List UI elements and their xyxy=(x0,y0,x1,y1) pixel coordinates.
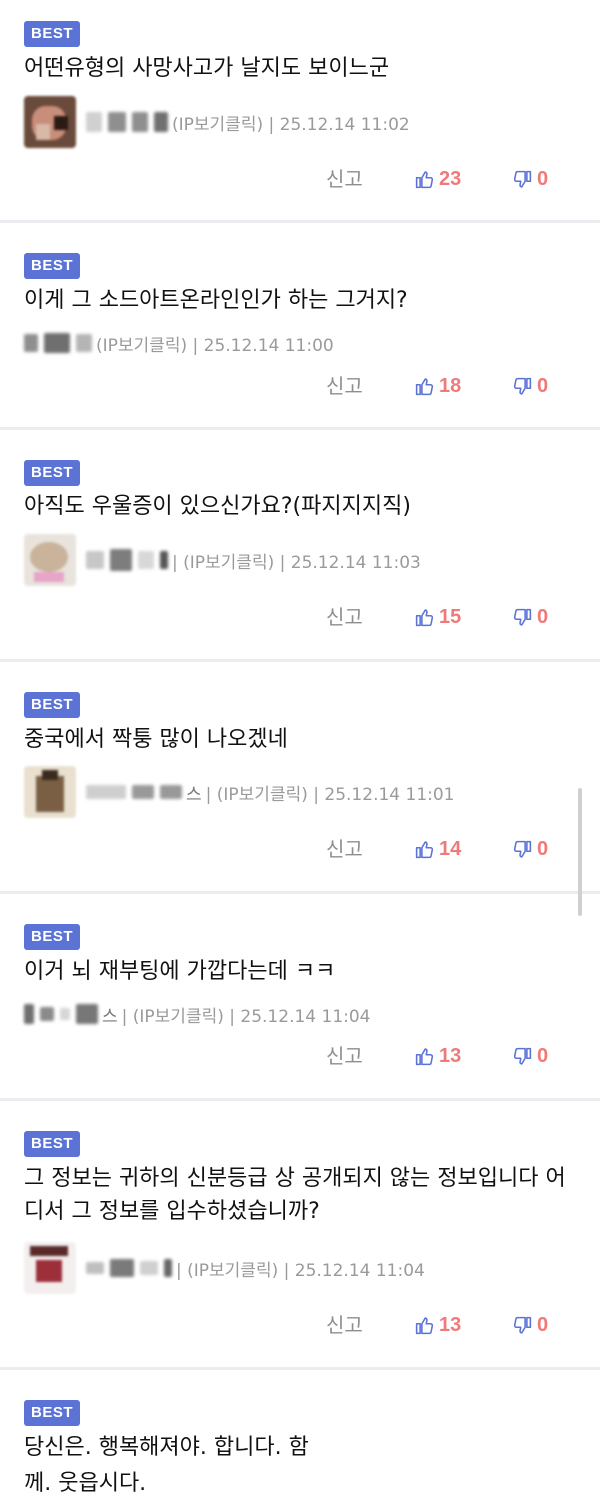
comment-meta: | (IP보기클릭) | 25.12.14 11:03 xyxy=(24,534,421,586)
ip-date-text[interactable]: (IP보기클릭) | 25.12.14 11:02 xyxy=(172,110,410,135)
thumbs-up-icon xyxy=(415,1316,434,1334)
comment-item: BEST 그 정보는 귀하의 신분등급 상 공개되지 않는 정보입니다 어디서 … xyxy=(0,1101,600,1370)
report-button[interactable]: 신고 xyxy=(326,832,363,866)
author-name-blurred[interactable] xyxy=(86,112,168,132)
comment-text: 그 정보는 귀하의 신분등급 상 공개되지 않는 정보입니다 어디서 그 정보를… xyxy=(24,1166,566,1224)
avatar[interactable] xyxy=(24,96,76,148)
author-name-blurred[interactable] xyxy=(24,333,92,353)
author-name-blurred[interactable] xyxy=(86,785,182,799)
report-button[interactable]: 신고 xyxy=(326,1039,363,1073)
ip-date-text[interactable]: | (IP보기클릭) | 25.12.14 11:04 xyxy=(176,1256,425,1281)
comment-text: 이게 그 소드아트온라인인가 하는 그거지? xyxy=(24,288,408,313)
scrollbar[interactable] xyxy=(578,788,582,916)
ip-date-text[interactable]: | (IP보기클릭) | 25.12.14 11:04 xyxy=(122,1002,371,1027)
avatar[interactable] xyxy=(24,1242,76,1294)
like-button[interactable]: 14 xyxy=(414,832,461,866)
dislike-count: 0 xyxy=(537,605,549,628)
comment-text: 당신은. 행복해져야. 합니다. 함께. 웃읍시다. xyxy=(24,1435,309,1496)
best-badge: BEST xyxy=(24,253,80,279)
author-name-blurred[interactable] xyxy=(24,1004,98,1024)
dislike-count: 0 xyxy=(537,167,549,190)
like-button[interactable]: 18 xyxy=(414,369,461,403)
comment-text: 중국에서 짝퉁 많이 나오겠네 xyxy=(24,727,288,752)
like-button[interactable]: 15 xyxy=(414,600,461,634)
report-button[interactable]: 신고 xyxy=(326,162,363,196)
author-name-suffix[interactable]: 스 xyxy=(102,1002,118,1027)
comment-item: BEST 어떤유형의 사망사고가 날지도 보이느군 (IP보기클릭) | 25.… xyxy=(0,0,600,223)
thumbs-down-icon xyxy=(513,1316,532,1334)
comment-meta: | (IP보기클릭) | 25.12.14 11:04 xyxy=(24,1242,425,1294)
ip-date-text[interactable]: | (IP보기클릭) | 25.12.14 11:03 xyxy=(172,548,421,573)
comment-meta: 스 | (IP보기클릭) | 25.12.14 11:04 xyxy=(24,997,371,1031)
thumbs-up-icon xyxy=(415,608,434,626)
dislike-button[interactable]: 0 xyxy=(512,600,548,634)
dislike-button[interactable]: 0 xyxy=(512,369,548,403)
best-badge: BEST xyxy=(24,1400,80,1426)
author-name-blurred[interactable] xyxy=(86,1259,172,1277)
thumbs-down-icon xyxy=(513,170,532,188)
avatar[interactable] xyxy=(24,534,76,586)
comment-item: BEST 중국에서 짝퉁 많이 나오겠네 스 | (IP보기클릭) | 25.1… xyxy=(0,662,600,894)
ip-date-text[interactable]: (IP보기클릭) | 25.12.14 11:00 xyxy=(96,331,334,356)
comment-text: 아직도 우울증이 있으신가요?(파지지지직) xyxy=(24,494,411,519)
dislike-count: 0 xyxy=(537,374,549,397)
report-button[interactable]: 신고 xyxy=(326,600,363,634)
ip-date-text[interactable]: | (IP보기클릭) | 25.12.14 11:01 xyxy=(206,780,455,805)
thumbs-down-icon xyxy=(513,608,532,626)
report-button[interactable]: 신고 xyxy=(326,369,363,403)
like-count: 18 xyxy=(439,374,462,397)
dislike-count: 0 xyxy=(537,837,549,860)
like-button[interactable]: 13 xyxy=(414,1308,461,1342)
thumbs-down-icon xyxy=(513,1047,532,1065)
thumbs-down-icon xyxy=(513,377,532,395)
author-name-blurred[interactable] xyxy=(86,549,168,571)
thumbs-up-icon xyxy=(415,1047,434,1065)
like-count: 13 xyxy=(439,1044,462,1067)
dislike-button[interactable]: 0 xyxy=(512,1039,548,1073)
thumbs-up-icon xyxy=(415,377,434,395)
author-name-suffix[interactable]: 스 xyxy=(186,780,202,805)
dislike-button[interactable]: 0 xyxy=(512,1308,548,1342)
like-count: 13 xyxy=(439,1313,462,1336)
best-badge: BEST xyxy=(24,692,80,718)
like-count: 14 xyxy=(439,837,462,860)
best-badge: BEST xyxy=(24,1131,80,1157)
thumbs-down-icon xyxy=(513,840,532,858)
like-button[interactable]: 23 xyxy=(414,162,461,196)
like-button[interactable]: 13 xyxy=(414,1039,461,1073)
dislike-button[interactable]: 0 xyxy=(512,162,548,196)
best-badge: BEST xyxy=(24,924,80,950)
comment-text: 이거 뇌 재부팅에 가깝다는데 ㅋㅋ xyxy=(24,959,336,984)
comment-item: BEST 아직도 우울증이 있으신가요?(파지지지직) | (IP보기클릭) |… xyxy=(0,430,600,662)
dislike-count: 0 xyxy=(537,1044,549,1067)
best-badge: BEST xyxy=(24,21,80,47)
comment-item: BEST 이게 그 소드아트온라인인가 하는 그거지? (IP보기클릭) | 2… xyxy=(0,223,600,430)
like-count: 23 xyxy=(439,167,462,190)
comment-item: BEST 당신은. 행복해져야. 합니다. 함께. 웃읍시다. xyxy=(0,1370,600,1506)
comment-meta: (IP보기클릭) | 25.12.14 11:02 xyxy=(24,96,410,148)
like-count: 15 xyxy=(439,605,462,628)
dislike-count: 0 xyxy=(537,1313,549,1336)
report-button[interactable]: 신고 xyxy=(326,1308,363,1342)
comment-meta: 스 | (IP보기클릭) | 25.12.14 11:01 xyxy=(24,766,455,818)
dislike-button[interactable]: 0 xyxy=(512,832,548,866)
comment-item: BEST 이거 뇌 재부팅에 가깝다는데 ㅋㅋ 스 | (IP보기클릭) | 2… xyxy=(0,894,600,1101)
thumbs-up-icon xyxy=(415,170,434,188)
avatar[interactable] xyxy=(24,766,76,818)
best-badge: BEST xyxy=(24,460,80,486)
comment-text: 어떤유형의 사망사고가 날지도 보이느군 xyxy=(24,56,390,81)
thumbs-up-icon xyxy=(415,840,434,858)
comment-meta: (IP보기클릭) | 25.12.14 11:00 xyxy=(24,326,334,360)
